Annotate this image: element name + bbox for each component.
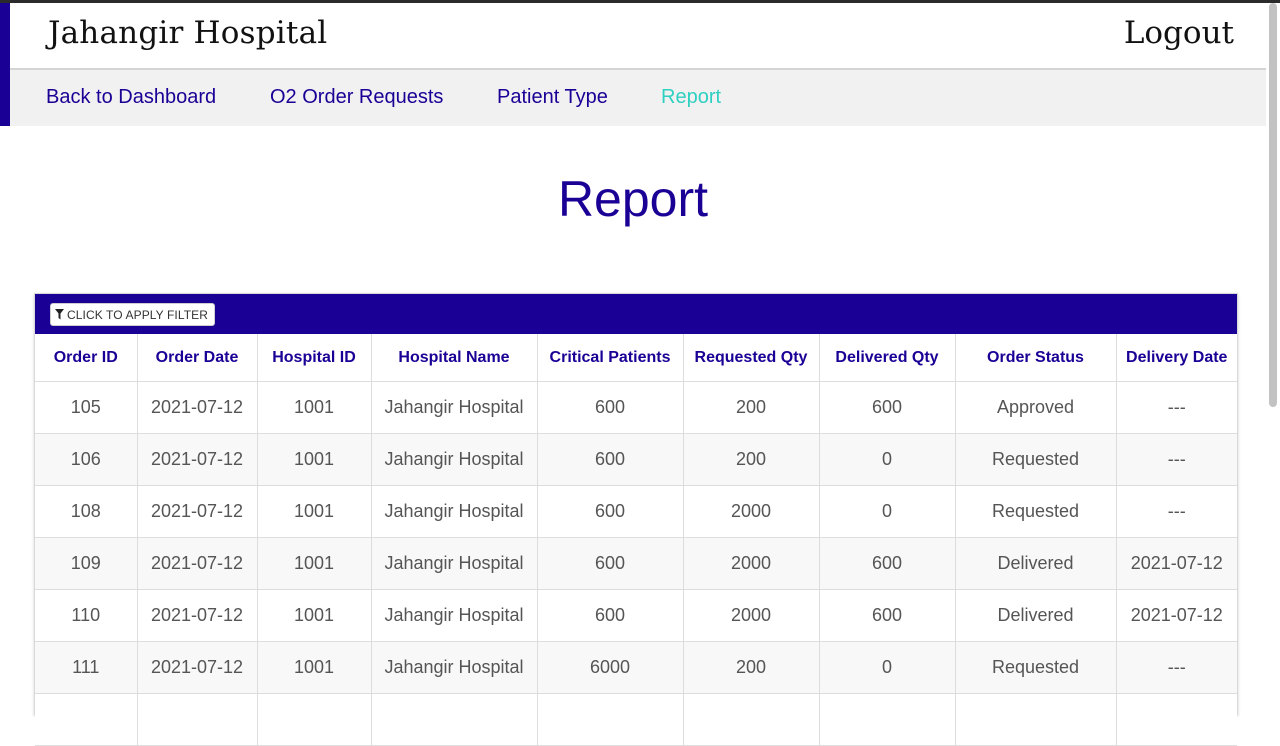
col-header-hospital-id[interactable]: Hospital ID [257,334,372,382]
nav-report[interactable]: Report [661,86,721,109]
cell-order-date: 2021-07-12 [137,641,258,694]
cell-order-date: 2021-07-12 [137,485,258,538]
cell-order-id: 111 [35,641,138,694]
cell-delivery-date: --- [1116,485,1237,538]
logout-button[interactable]: Logout [1124,15,1234,51]
nav-patient-type[interactable]: Patient Type [497,86,608,109]
cell-critical-patients: 6000 [537,641,684,694]
cell-hospital-name: Jahangir Hospital [371,537,538,590]
report-grid: CLICK TO APPLY FILTER Order ID Order Dat… [34,293,1238,746]
cell-order-id: 110 [35,589,138,642]
cell-hospital-name [371,693,538,746]
cell-delivered-qty: 600 [819,589,956,642]
cell-hospital-name: Jahangir Hospital [371,589,538,642]
cell-order-status [955,693,1117,746]
cell-hospital-id: 1001 [257,485,372,538]
cell-order-status: Delivered [955,589,1117,642]
cell-order-date: 2021-07-12 [137,433,258,486]
cell-order-id: 105 [35,381,138,434]
cell-hospital-id: 1001 [257,641,372,694]
cell-order-date: 2021-07-12 [137,537,258,590]
col-header-hospital-name[interactable]: Hospital Name [371,334,538,382]
cell-critical-patients: 600 [537,589,684,642]
cell-order-id: 106 [35,433,138,486]
cell-delivery-date: --- [1116,381,1237,434]
cell-critical-patients: 600 [537,485,684,538]
apply-filter-button[interactable]: CLICK TO APPLY FILTER [50,303,216,326]
table-row[interactable]: 111 2021-07-12 1001 Jahangir Hospital 60… [35,641,1237,694]
cell-order-date [137,693,258,746]
page-title: Report [557,171,709,227]
cell-requested-qty: 200 [683,433,820,486]
apply-filter-label: CLICK TO APPLY FILTER [67,307,209,322]
cell-delivered-qty: 0 [819,433,956,486]
app-header: Jahangir Hospital Logout [10,3,1266,70]
cell-critical-patients: 600 [537,433,684,486]
cell-critical-patients: 600 [537,381,684,434]
cell-hospital-id: 1001 [257,381,372,434]
cell-critical-patients [537,693,684,746]
col-header-delivered-qty[interactable]: Delivered Qty [819,334,956,382]
cell-delivered-qty: 0 [819,641,956,694]
scrollbar-thumb[interactable] [1269,3,1277,407]
side-accent-bar [0,3,10,126]
cell-delivery-date: 2021-07-12 [1116,589,1237,642]
brand-title: Jahangir Hospital [48,15,328,51]
col-header-delivery-date[interactable]: Delivery Date [1116,334,1237,382]
cell-order-date: 2021-07-12 [137,589,258,642]
cell-order-id: 108 [35,485,138,538]
cell-order-id: 109 [35,537,138,590]
col-header-critical-patients[interactable]: Critical Patients [537,334,684,382]
cell-hospital-name: Jahangir Hospital [371,485,538,538]
cell-delivered-qty: 0 [819,485,956,538]
cell-hospital-id [257,693,372,746]
nav-back-to-dashboard[interactable]: Back to Dashboard [46,86,216,109]
cell-order-id [35,693,138,746]
cell-delivery-date: 2021-07-12 [1116,537,1237,590]
cell-hospital-name: Jahangir Hospital [371,433,538,486]
cell-delivered-qty: 600 [819,381,956,434]
cell-order-status: Requested [955,641,1117,694]
cell-requested-qty: 2000 [683,589,820,642]
cell-hospital-name: Jahangir Hospital [371,641,538,694]
cell-delivered-qty: 600 [819,537,956,590]
report-table: Order ID Order Date Hospital ID Hospital… [35,334,1237,746]
cell-delivered-qty [819,693,956,746]
cell-hospital-id: 1001 [257,433,372,486]
col-header-order-id[interactable]: Order ID [35,334,138,382]
filter-icon [55,309,65,321]
page-scrollbar[interactable] [1266,3,1280,691]
cell-hospital-id: 1001 [257,589,372,642]
table-row[interactable]: 105 2021-07-12 1001 Jahangir Hospital 60… [35,381,1237,434]
cell-hospital-name: Jahangir Hospital [371,381,538,434]
table-row[interactable]: 109 2021-07-12 1001 Jahangir Hospital 60… [35,537,1237,590]
cell-order-status: Requested [955,485,1117,538]
cell-delivery-date [1116,693,1237,746]
cell-hospital-id: 1001 [257,537,372,590]
table-header-row: Order ID Order Date Hospital ID Hospital… [35,334,1237,382]
cell-delivery-date: --- [1116,641,1237,694]
cell-order-status: Requested [955,433,1117,486]
cell-order-date: 2021-07-12 [137,381,258,434]
cell-order-status: Delivered [955,537,1117,590]
cell-requested-qty: 2000 [683,537,820,590]
cell-requested-qty: 200 [683,381,820,434]
cell-critical-patients: 600 [537,537,684,590]
table-row[interactable]: 106 2021-07-12 1001 Jahangir Hospital 60… [35,433,1237,486]
table-row[interactable] [35,693,1237,746]
cell-requested-qty: 2000 [683,485,820,538]
cell-order-status: Approved [955,381,1117,434]
nav-o2-order-requests[interactable]: O2 Order Requests [270,86,443,109]
cell-requested-qty: 200 [683,641,820,694]
nav-bar: Back to Dashboard O2 Order Requests Pati… [10,70,1266,126]
grid-toolbar: CLICK TO APPLY FILTER [35,294,1237,334]
table-row[interactable]: 108 2021-07-12 1001 Jahangir Hospital 60… [35,485,1237,538]
col-header-order-date[interactable]: Order Date [137,334,258,382]
col-header-order-status[interactable]: Order Status [955,334,1117,382]
col-header-requested-qty[interactable]: Requested Qty [683,334,820,382]
cell-requested-qty [683,693,820,746]
table-row[interactable]: 110 2021-07-12 1001 Jahangir Hospital 60… [35,589,1237,642]
cell-delivery-date: --- [1116,433,1237,486]
